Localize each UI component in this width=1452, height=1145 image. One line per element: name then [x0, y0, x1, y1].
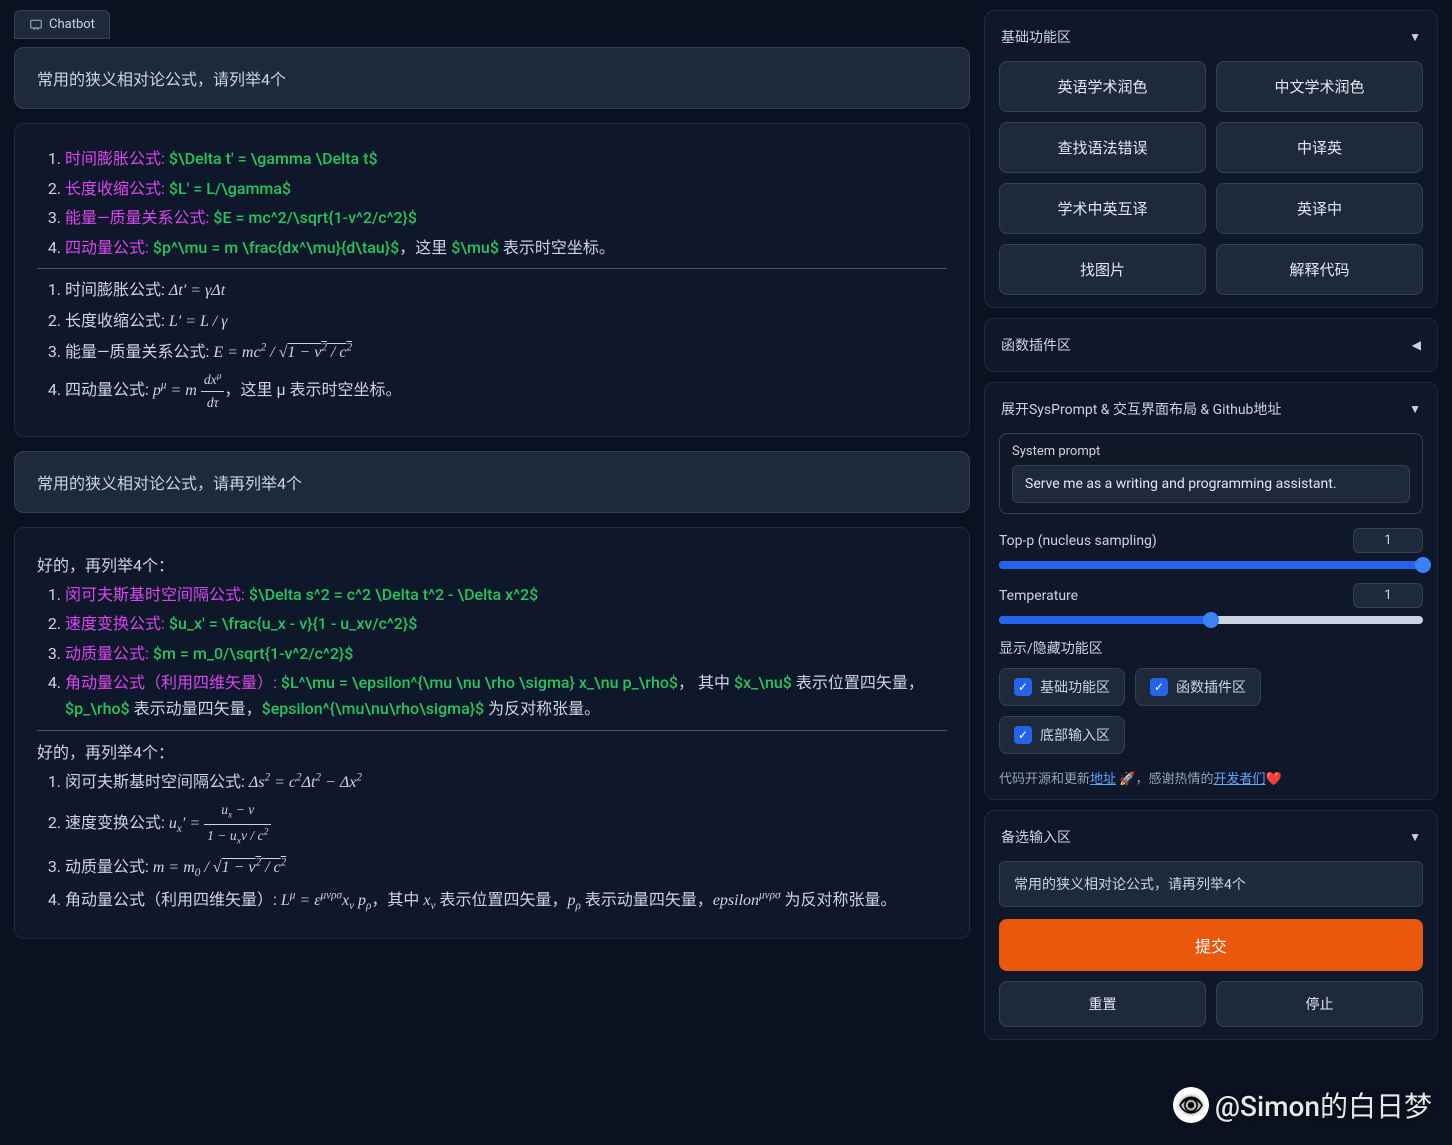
- tab-bar: Chatbot: [14, 10, 970, 39]
- input-panel: 备选输入区 ▼ 常用的狭义相对论公式，请再列举4个 提交 重置 停止: [984, 810, 1438, 1040]
- panel-toggle-plugins[interactable]: 函数插件区 ◀: [999, 331, 1423, 359]
- chevron-down-icon: ▼: [1409, 402, 1421, 416]
- toggle-section-label: 显示/隐藏功能区: [999, 638, 1423, 658]
- stop-button[interactable]: 停止: [1216, 981, 1423, 1027]
- checkbox-plugins[interactable]: ✓ 函数插件区: [1135, 668, 1261, 706]
- bot-message: 好的，再列举4个： 闵可夫斯基时空间隔公式: $\Delta s^2 = c^2…: [14, 527, 970, 940]
- chevron-down-icon: ▼: [1409, 30, 1421, 44]
- btn-academic-translate[interactable]: 学术中英互译: [999, 183, 1206, 234]
- system-prompt-label: System prompt: [1012, 444, 1410, 459]
- panel-title: 基础功能区: [1001, 27, 1071, 47]
- btn-explain-code[interactable]: 解释代码: [1216, 244, 1423, 295]
- submit-button[interactable]: 提交: [999, 919, 1423, 971]
- chevron-down-icon: ▼: [1409, 830, 1421, 844]
- check-icon: ✓: [1014, 678, 1032, 696]
- credit-line: 代码开源和更新地址 🚀，感谢热情的开发者们❤️: [999, 768, 1423, 787]
- checkbox-basic[interactable]: ✓ 基础功能区: [999, 668, 1125, 706]
- btn-zh-to-en[interactable]: 中译英: [1216, 122, 1423, 173]
- settings-panel: 展开SysPrompt & 交互界面布局 & Github地址 ▼ System…: [984, 382, 1438, 800]
- chat-icon: [29, 18, 43, 32]
- btn-english-polish[interactable]: 英语学术润色: [999, 61, 1206, 112]
- panel-toggle-settings[interactable]: 展开SysPrompt & 交互界面布局 & Github地址 ▼: [999, 395, 1423, 423]
- tab-label: Chatbot: [49, 17, 95, 32]
- panel-toggle-input[interactable]: 备选输入区 ▼: [999, 823, 1423, 851]
- user-message: 常用的狭义相对论公式，请列举4个: [14, 47, 970, 109]
- btn-find-image[interactable]: 找图片: [999, 244, 1206, 295]
- top-p-slider[interactable]: [999, 561, 1423, 569]
- reset-button[interactable]: 重置: [999, 981, 1206, 1027]
- system-prompt-box: System prompt Serve me as a writing and …: [999, 433, 1423, 514]
- basic-functions-panel: 基础功能区 ▼ 英语学术润色 中文学术润色 查找语法错误 中译英 学术中英互译 …: [984, 10, 1438, 308]
- user-message: 常用的狭义相对论公式，请再列举4个: [14, 451, 970, 513]
- devs-link[interactable]: 开发者们: [1213, 772, 1265, 787]
- panel-title: 备选输入区: [1001, 827, 1071, 847]
- prompt-input[interactable]: 常用的狭义相对论公式，请再列举4个: [999, 861, 1423, 907]
- source-link[interactable]: 地址: [1090, 772, 1116, 787]
- top-p-value[interactable]: 1: [1353, 528, 1423, 553]
- chevron-left-icon: ◀: [1412, 338, 1421, 352]
- checkbox-input[interactable]: ✓ 底部输入区: [999, 716, 1125, 754]
- top-p-label: Top-p (nucleus sampling): [999, 533, 1157, 549]
- temperature-value[interactable]: 1: [1353, 583, 1423, 608]
- btn-grammar-check[interactable]: 查找语法错误: [999, 122, 1206, 173]
- check-icon: ✓: [1014, 726, 1032, 744]
- plugin-panel: 函数插件区 ◀: [984, 318, 1438, 372]
- tab-chatbot[interactable]: Chatbot: [14, 10, 110, 39]
- temperature-label: Temperature: [999, 588, 1078, 604]
- chat-area: 常用的狭义相对论公式，请列举4个 时间膨胀公式: $\Delta t' = \g…: [14, 47, 970, 1135]
- temperature-slider[interactable]: [999, 616, 1423, 624]
- btn-chinese-polish[interactable]: 中文学术润色: [1216, 61, 1423, 112]
- btn-en-to-zh[interactable]: 英译中: [1216, 183, 1423, 234]
- check-icon: ✓: [1150, 678, 1168, 696]
- panel-title: 函数插件区: [1001, 335, 1071, 355]
- bot-message: 时间膨胀公式: $\Delta t' = \gamma \Delta t$ 长度…: [14, 123, 970, 437]
- panel-toggle-basic[interactable]: 基础功能区 ▼: [999, 23, 1423, 51]
- panel-title: 展开SysPrompt & 交互界面布局 & Github地址: [1001, 399, 1281, 419]
- system-prompt-input[interactable]: Serve me as a writing and programming as…: [1012, 465, 1410, 503]
